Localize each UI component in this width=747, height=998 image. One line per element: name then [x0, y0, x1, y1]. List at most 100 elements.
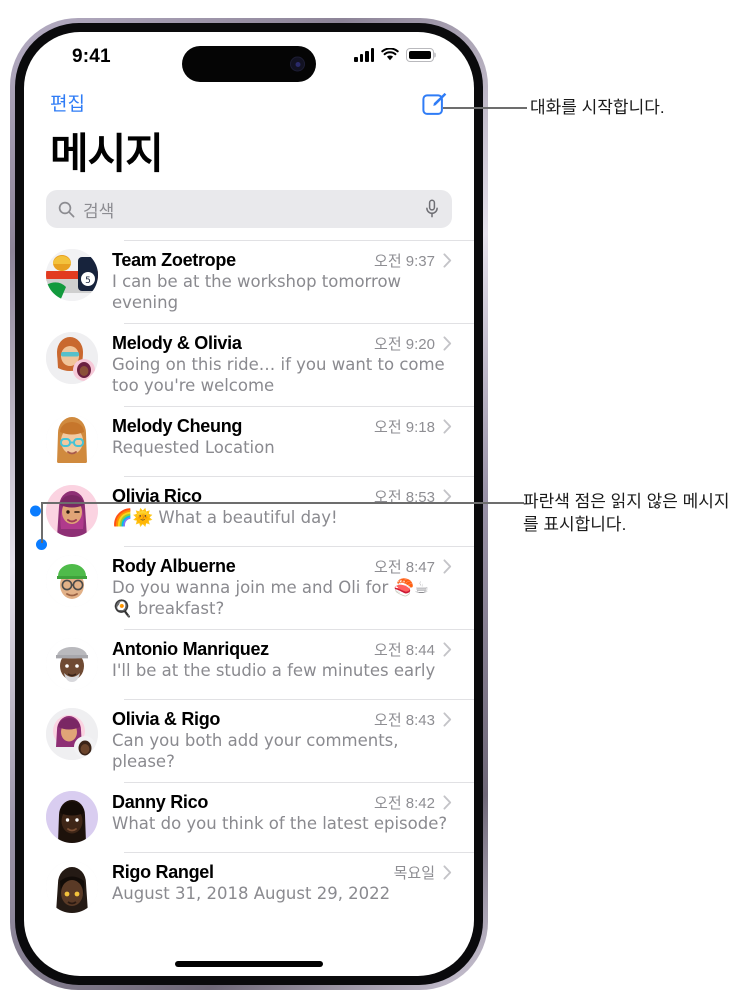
conversation-row[interactable]: Antonio Manriquez 오전 8:44 I'll be at the… — [24, 628, 474, 699]
conversation-name: Rigo Rangel — [112, 861, 214, 882]
conversation-row[interactable]: Danny Rico 오전 8:42 What do you think of … — [24, 781, 474, 852]
search-icon — [58, 201, 75, 217]
conversation-timestamp: 오전 9:18 — [374, 418, 435, 436]
conversation-header: Melody & Olivia 오전 9:20 — [112, 333, 452, 354]
avatar: 5 — [46, 249, 98, 302]
search-container: 검색 — [24, 177, 474, 229]
conversation-preview: August 31, 2018 August 29, 2022 — [112, 883, 391, 903]
status-bar: 9:41 — [24, 32, 474, 84]
row-divider — [124, 322, 474, 324]
conversation-content: Danny Rico 오전 8:42 What do you think of … — [112, 791, 452, 835]
cellular-signal-icon — [354, 47, 374, 62]
conversation-row[interactable]: Olivia & Rigo 오전 8:43 Can you both add y… — [24, 698, 474, 782]
chevron-right-icon — [443, 865, 452, 880]
conversation-row[interactable]: 5 Team Zoetrope 오전 9:37 I can be at the … — [24, 240, 474, 323]
chevron-right-icon — [443, 795, 452, 810]
conversation-content: Antonio Manriquez 오전 8:44 I'll be at the… — [112, 638, 452, 682]
screenshot-root: 9:41 편집 메시지 검색 5 Team Zoetrope 오전 9:37 I… — [0, 0, 747, 998]
conversation-row[interactable]: Melody Cheung 오전 9:18 Requested Location — [24, 405, 474, 476]
chevron-right-icon — [443, 712, 452, 727]
search-placeholder: 검색 — [83, 201, 115, 221]
avatar — [46, 484, 98, 537]
conversation-content: Olivia Rico 오전 8:53 🌈🌞 What a beautiful … — [112, 485, 452, 529]
unread-indicator-dot — [30, 881, 41, 892]
edit-button[interactable]: 편집 — [50, 95, 85, 114]
conversation-row[interactable]: Rigo Rangel 목요일 August 31, 2018 August 2… — [24, 851, 474, 922]
row-divider — [124, 475, 474, 477]
avatar — [46, 554, 98, 607]
chevron-right-icon — [443, 253, 452, 268]
chevron-right-icon — [443, 419, 452, 434]
conversation-name: Melody Cheung — [112, 415, 243, 436]
conversation-row[interactable]: Olivia Rico 오전 8:53 🌈🌞 What a beautiful … — [24, 475, 474, 546]
conversation-content: Rigo Rangel 목요일 August 31, 2018 August 2… — [112, 861, 452, 905]
status-bar-time: 9:41 — [72, 46, 111, 67]
compose-square-pencil-icon — [422, 92, 447, 115]
conversation-name: Team Zoetrope — [112, 250, 236, 271]
conversation-timestamp: 오전 8:43 — [374, 711, 435, 729]
conversation-content: Melody Cheung 오전 9:18 Requested Location — [112, 415, 452, 459]
microphone-icon[interactable] — [424, 199, 440, 219]
svg-text:5: 5 — [85, 276, 91, 286]
conversation-timestamp: 오전 9:37 — [374, 253, 435, 271]
row-divider — [124, 698, 474, 700]
conversation-timestamp: 오전 8:44 — [374, 641, 435, 659]
conversation-content: Melody & Olivia 오전 9:20 Going on this ri… — [112, 332, 452, 397]
conversation-preview: What do you think of the latest episode? — [112, 813, 448, 833]
conversation-row[interactable]: Rody Albuerne 오전 8:47 Do you wanna join … — [24, 545, 474, 629]
row-divider — [124, 628, 474, 630]
conversation-preview: I can be at the workshop tomorrow evenin… — [112, 272, 402, 312]
compose-new-message-button[interactable] — [422, 91, 448, 117]
conversation-content: Team Zoetrope 오전 9:37 I can be at the wo… — [112, 249, 452, 314]
unread-indicator-dot — [30, 582, 41, 593]
conversation-content: Olivia & Rigo 오전 8:43 Can you both add y… — [112, 708, 452, 773]
conversation-preview: Do you wanna join me and Oli for 🍣☕ 🍳 br… — [112, 577, 429, 618]
conversation-name: Melody & Olivia — [112, 332, 242, 353]
avatar — [46, 414, 98, 467]
conversation-row[interactable]: Melody & Olivia 오전 9:20 Going on this ri… — [24, 322, 474, 406]
conversation-timestamp: 오전 9:20 — [374, 335, 435, 353]
compose-callout-leader-line — [443, 107, 527, 109]
chevron-right-icon — [443, 642, 452, 657]
conversation-preview: Can you both add your comments, please? — [112, 730, 399, 771]
unread-indicator-dot — [30, 811, 41, 822]
row-divider — [124, 851, 474, 853]
phone-frame: 9:41 편집 메시지 검색 5 Team Zoetrope 오전 9:37 I… — [10, 18, 488, 990]
conversation-header: Melody Cheung 오전 9:18 — [112, 416, 452, 437]
unread-indicator-dot — [30, 435, 41, 446]
row-divider — [124, 781, 474, 783]
conversation-timestamp: 오전 8:47 — [374, 558, 435, 576]
dynamic-island — [182, 46, 316, 82]
unread-indicator-dot — [30, 658, 41, 669]
avatar — [46, 860, 98, 913]
page-title: 메시지 — [50, 130, 164, 177]
conversation-content: Rody Albuerne 오전 8:47 Do you wanna join … — [112, 555, 452, 620]
conversation-header: Rigo Rangel 목요일 — [112, 862, 452, 883]
unread-indicator-dot — [30, 276, 41, 287]
unread-indicator-dot — [30, 359, 41, 370]
phone-bezel: 9:41 편집 메시지 검색 5 Team Zoetrope 오전 9:37 I… — [15, 23, 483, 985]
avatar — [46, 790, 98, 843]
front-camera-icon — [290, 56, 305, 72]
unread-callout-leader-vertical — [40, 503, 43, 543]
conversation-preview: 🌈🌞 What a beautiful day! — [112, 507, 338, 527]
search-input[interactable]: 검색 — [46, 190, 452, 229]
conversation-list[interactable]: 5 Team Zoetrope 오전 9:37 I can be at the … — [24, 240, 474, 922]
conversation-timestamp: 목요일 — [393, 864, 435, 882]
navigation-bar: 편집 — [24, 84, 474, 124]
conversation-timestamp: 오전 8:42 — [374, 794, 435, 812]
home-indicator — [175, 961, 323, 967]
conversation-preview: Requested Location — [112, 437, 275, 457]
avatar — [46, 331, 98, 384]
unread-indicator-dot — [30, 505, 41, 517]
row-divider — [124, 240, 474, 242]
avatar — [46, 637, 98, 690]
conversation-name: Rody Albuerne — [112, 555, 236, 576]
unread-dot-callout-text: 파란색 점은 읽지 않은 메시지를 표시합니다. — [523, 492, 730, 535]
conversation-preview: Going on this ride… if you want to come … — [112, 354, 445, 395]
unread-indicator-dot — [30, 735, 41, 746]
conversation-name: Antonio Manriquez — [112, 638, 269, 659]
chevron-right-icon — [443, 336, 452, 351]
row-divider — [124, 545, 474, 547]
avatar — [46, 707, 98, 760]
